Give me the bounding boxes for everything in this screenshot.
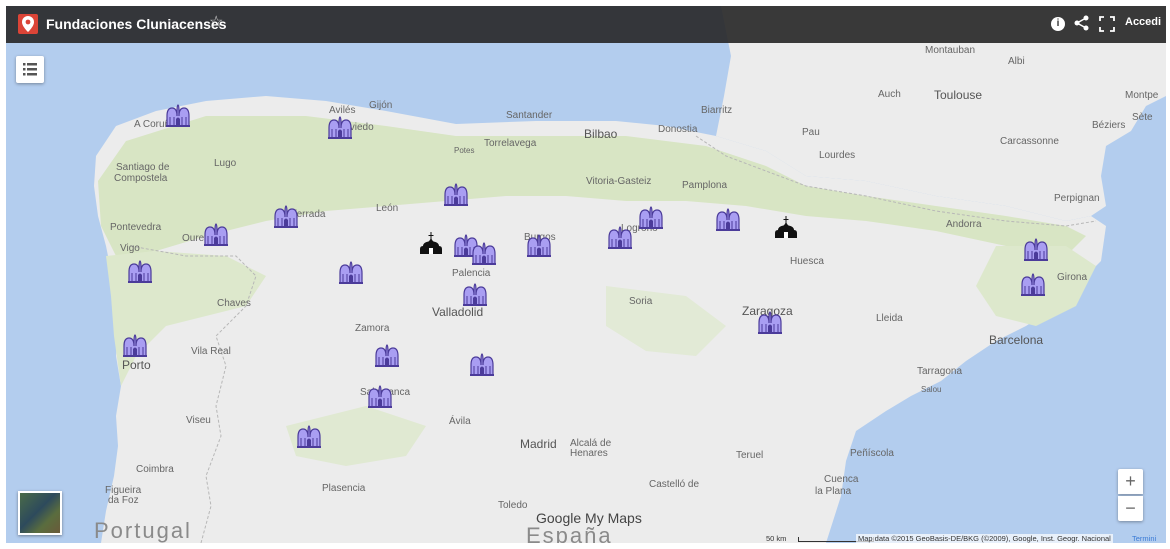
monastery-marker-icon[interactable] bbox=[368, 385, 392, 409]
city-label: Donostia bbox=[658, 124, 698, 135]
city-label: Perpignan bbox=[1054, 193, 1100, 204]
monastery-marker-icon[interactable] bbox=[123, 334, 147, 358]
city-label: Pontevedra bbox=[110, 222, 162, 233]
monastery-marker-icon[interactable] bbox=[328, 116, 352, 140]
top-bar: Fundaciones Cluniacenses ☆ i Accedi bbox=[6, 6, 1166, 43]
city-label: Girona bbox=[1057, 272, 1087, 283]
map-title: Fundaciones Cluniacenses bbox=[46, 16, 227, 32]
city-label: Viseu bbox=[186, 415, 211, 426]
monastery-marker-icon[interactable] bbox=[1021, 273, 1045, 297]
monastery-marker-icon[interactable] bbox=[339, 261, 363, 285]
city-label: Potes bbox=[454, 146, 474, 155]
scale-label: 50 km bbox=[766, 534, 787, 543]
city-label: Palencia bbox=[452, 268, 491, 279]
city-label: Cuenca bbox=[824, 474, 859, 485]
city-label: Chaves bbox=[217, 298, 251, 309]
fullscreen-icon[interactable] bbox=[1099, 16, 1115, 37]
city-label: Barcelona bbox=[989, 333, 1043, 347]
city-label: Tarragona bbox=[917, 366, 962, 377]
city-label: Teruel bbox=[736, 450, 763, 461]
city-label: Vitoria-Gasteiz bbox=[586, 176, 651, 187]
zoom-out-button[interactable]: − bbox=[1118, 496, 1143, 521]
city-label: Madrid bbox=[520, 437, 557, 451]
city-label: Soria bbox=[629, 296, 653, 307]
city-label: Pau bbox=[802, 127, 820, 138]
monastery-marker-icon[interactable] bbox=[1024, 238, 1048, 262]
city-label: Lleida bbox=[876, 313, 903, 324]
zoom-in-button[interactable]: + bbox=[1118, 469, 1143, 494]
city-label: Peñíscola bbox=[850, 448, 894, 459]
city-label: Toledo bbox=[498, 500, 528, 511]
city-label: Torrelavega bbox=[484, 138, 537, 149]
city-label: Toulouse bbox=[934, 88, 982, 102]
city-label: Ávila bbox=[449, 414, 471, 427]
country-label: España bbox=[526, 523, 613, 543]
monastery-marker-icon[interactable] bbox=[639, 206, 663, 230]
legend-button[interactable] bbox=[16, 56, 44, 83]
my-maps-pin-icon[interactable] bbox=[18, 14, 38, 34]
city-label: Santiago de bbox=[116, 162, 170, 173]
monastery-marker-icon[interactable] bbox=[758, 311, 782, 335]
city-label: Vila Real bbox=[191, 346, 231, 357]
monastery-marker-icon[interactable] bbox=[166, 104, 190, 128]
terms-link[interactable]: Termini bbox=[1132, 534, 1156, 543]
signin-button[interactable]: Accedi bbox=[1125, 16, 1161, 28]
city-label: Béziers bbox=[1092, 120, 1125, 131]
monastery-marker-icon[interactable] bbox=[274, 205, 298, 229]
city-label: Henares bbox=[570, 448, 608, 459]
city-label: Santander bbox=[506, 110, 553, 121]
map-attribution: Map data ©2015 GeoBasis-DE/BKG (©2009), … bbox=[856, 534, 1113, 543]
city-label: Montauban bbox=[925, 45, 975, 56]
monastery-marker-icon[interactable] bbox=[527, 234, 551, 258]
map-frame: Portugal España Bilbao Toulouse Porto Madrid B… bbox=[6, 6, 1166, 543]
city-label: Huesca bbox=[790, 256, 824, 267]
city-label: Sète bbox=[1132, 112, 1153, 123]
monastery-marker-icon[interactable] bbox=[472, 242, 496, 266]
city-label: León bbox=[376, 203, 398, 214]
city-label: Auch bbox=[878, 89, 901, 100]
country-label: Portugal bbox=[94, 518, 192, 543]
star-icon[interactable]: ☆ bbox=[209, 12, 223, 32]
city-label: Salou bbox=[921, 385, 941, 394]
map-canvas[interactable]: Portugal España Bilbao Toulouse Porto Madrid B… bbox=[6, 6, 1166, 543]
monastery-marker-icon[interactable] bbox=[204, 223, 228, 247]
city-label: la Plana bbox=[815, 486, 852, 497]
monastery-marker-icon[interactable] bbox=[297, 425, 321, 449]
city-label: Valladolid bbox=[432, 305, 483, 319]
city-label: Andorra bbox=[946, 219, 982, 230]
monastery-marker-icon[interactable] bbox=[463, 283, 487, 307]
google-my-maps-watermark: Google My Maps bbox=[536, 510, 642, 526]
monastery-marker-icon[interactable] bbox=[470, 353, 494, 377]
satellite-view-toggle[interactable] bbox=[18, 491, 62, 535]
city-label: Porto bbox=[122, 358, 151, 372]
city-label: Bilbao bbox=[584, 127, 618, 141]
city-label: Plasencia bbox=[322, 483, 366, 494]
city-label: Castelló de bbox=[649, 479, 699, 490]
info-icon[interactable]: i bbox=[1051, 17, 1065, 31]
city-label: Coimbra bbox=[136, 464, 174, 475]
city-label: da Foz bbox=[108, 495, 139, 506]
city-label: Montpe bbox=[1125, 90, 1159, 101]
city-label: Compostela bbox=[114, 173, 168, 184]
city-label: Lourdes bbox=[819, 150, 855, 161]
city-label: Vigo bbox=[120, 243, 140, 254]
city-label: Biarritz bbox=[701, 105, 732, 116]
share-icon[interactable] bbox=[1074, 15, 1090, 36]
monastery-marker-icon[interactable] bbox=[608, 226, 632, 250]
monastery-marker-icon[interactable] bbox=[375, 344, 399, 368]
city-label: Carcassonne bbox=[1000, 136, 1059, 147]
monastery-marker-icon[interactable] bbox=[716, 208, 740, 232]
city-label: Zamora bbox=[355, 323, 390, 334]
monastery-marker-icon[interactable] bbox=[444, 183, 468, 207]
monastery-marker-icon[interactable] bbox=[128, 260, 152, 284]
city-label: Avilés bbox=[329, 105, 356, 116]
city-label: Gijón bbox=[369, 100, 392, 111]
city-label: Lugo bbox=[214, 158, 237, 169]
city-label: Albi bbox=[1008, 56, 1025, 67]
city-label: Pamplona bbox=[682, 180, 727, 191]
